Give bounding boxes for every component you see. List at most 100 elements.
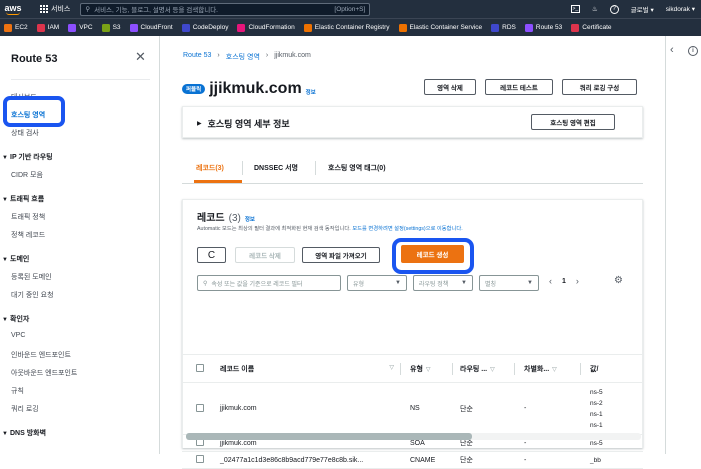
favorite-route-53[interactable]: Route 53 bbox=[524, 23, 562, 32]
page-title: jjikmuk.com bbox=[209, 80, 302, 97]
sidebar-item[interactable]: VPC bbox=[11, 332, 25, 339]
filter-placeholder: 속성 또는 값을 기준으로 레코드 필터 bbox=[211, 281, 303, 288]
sort-icon: ▽ bbox=[552, 366, 557, 373]
sidebar-item[interactable]: 아웃바운드 엔드포인트 bbox=[11, 368, 77, 378]
favorite-certificate[interactable]: Certificate bbox=[571, 23, 612, 32]
info-icon[interactable]: i bbox=[688, 46, 698, 56]
chevron-right-icon[interactable]: › bbox=[576, 276, 579, 286]
search-icon: ⚲ bbox=[85, 6, 91, 13]
sidebar-item[interactable]: 대기 중인 요청 bbox=[11, 290, 54, 300]
sidebar-section[interactable]: ▼ IP 기반 라우팅 bbox=[2, 152, 53, 162]
services-menu-button[interactable]: 서비스 bbox=[40, 4, 70, 14]
column-header-type[interactable]: 유형 ▽ bbox=[404, 354, 456, 383]
import-zone-file-button[interactable]: 영역 파일 가져오기 bbox=[302, 247, 380, 263]
favorite-ec2[interactable]: EC2 bbox=[4, 23, 28, 32]
sidebar-item[interactable]: 정책 레코드 bbox=[11, 230, 45, 240]
tab-dnssec[interactable]: DNSSEC 서명 bbox=[254, 163, 298, 173]
settings-gear-icon[interactable]: ⚙ bbox=[614, 275, 623, 286]
breadcrumb-route53[interactable]: Route 53 bbox=[183, 52, 211, 62]
page-number[interactable]: 1 bbox=[562, 278, 566, 285]
select-all-checkbox[interactable] bbox=[196, 363, 204, 372]
breadcrumb: Route 53 › 호스팅 영역 › jjikmuk.com bbox=[183, 52, 311, 62]
column-header-name[interactable]: 레코드 이름 ▽ bbox=[212, 354, 404, 383]
favorite-s3[interactable]: S3 bbox=[101, 23, 121, 32]
tab-divider bbox=[242, 161, 243, 175]
favorite-label: IAM bbox=[47, 24, 60, 31]
aws-logo[interactable]: aws bbox=[0, 3, 26, 15]
details-expand-toggle[interactable]: ▶ 호스팅 영역 세부 정보 bbox=[197, 117, 290, 130]
chevron-left-icon[interactable]: ‹ bbox=[670, 44, 674, 56]
records-table: 레코드 이름 ▽ 유형 ▽ 라우팅 ... ▽ 차별화... ▽ 값/ jjikmuk.… bbox=[182, 354, 643, 469]
caret-down-icon: ▼ bbox=[2, 197, 8, 203]
tab-records[interactable]: 레코드(3) bbox=[196, 163, 224, 173]
top-navigation-bar: aws 서비스 ⚲ 서비스, 기능, 블로그, 설명서 등을 검색합니다. [O… bbox=[0, 0, 701, 18]
table-row[interactable]: _02477a1c1d3e86c8b9acd779e77e8c8b.sik...… bbox=[182, 451, 643, 469]
sort-icon: ▽ bbox=[425, 366, 431, 373]
favorite-elastic-container-service[interactable]: Elastic Container Service bbox=[398, 23, 482, 32]
terminal-icon[interactable]: >_ bbox=[570, 5, 580, 13]
description-text: Automatic 모드는 최상의 필터 결과에 최적화된 현재 검색 동작입니… bbox=[197, 226, 353, 232]
sidebar-section[interactable]: ▼ 도메인 bbox=[2, 254, 29, 264]
chevron-left-icon[interactable]: ‹ bbox=[549, 276, 552, 286]
column-header-differentiator[interactable]: 차별화... ▽ bbox=[518, 354, 584, 383]
sidebar-section[interactable]: ▼ DNS 방화벽 bbox=[2, 428, 46, 438]
sidebar-item[interactable]: 규칙 bbox=[11, 386, 24, 396]
row-checkbox[interactable] bbox=[196, 403, 204, 412]
caret-down-icon: ▼ bbox=[2, 431, 8, 437]
bell-icon[interactable]: ♨ bbox=[592, 5, 598, 13]
region-selector[interactable]: 글로벌 ▾ bbox=[631, 4, 654, 14]
sidebar-item[interactable]: 상태 검사 bbox=[11, 128, 39, 138]
favorite-cloudformation[interactable]: CloudFormation bbox=[237, 23, 295, 32]
tab-tags[interactable]: 호스팅 영역 태그(0) bbox=[328, 163, 386, 173]
sidebar-item[interactable]: 인바운드 엔드포인트 bbox=[11, 350, 71, 360]
query-logging-button[interactable]: 쿼리 로깅 구성 bbox=[562, 79, 637, 95]
info-link[interactable]: 정보 bbox=[306, 88, 316, 96]
chevron-right-icon: › bbox=[217, 52, 220, 59]
favorite-rds[interactable]: RDS bbox=[491, 23, 516, 32]
column-header-routing[interactable]: 라우팅 ... ▽ bbox=[456, 354, 518, 383]
search-input[interactable]: ⚲ 서비스, 기능, 블로그, 설명서 등을 검색합니다. [Option+S] bbox=[80, 2, 371, 16]
right-help-bar: ‹ i bbox=[665, 36, 701, 454]
records-info-link[interactable]: 정보 bbox=[245, 215, 255, 223]
sidebar-item[interactable]: CIDR 모음 bbox=[11, 170, 43, 180]
alias-filter-select[interactable]: 별칭 ▼ bbox=[479, 275, 539, 291]
breadcrumb-hosted-zones[interactable]: 호스팅 영역 bbox=[226, 52, 260, 62]
type-filter-select[interactable]: 유형 ▼ bbox=[347, 275, 407, 291]
search-shortcut: [Option+S] bbox=[334, 5, 366, 13]
user-menu[interactable]: sikdorak ▾ bbox=[666, 5, 695, 13]
active-tab-indicator bbox=[194, 180, 242, 183]
delete-zone-button[interactable]: 영역 삭제 bbox=[424, 79, 476, 95]
sidebar-item[interactable]: 쿼리 로깅 bbox=[11, 404, 39, 414]
delete-record-button[interactable]: 레코드 삭제 bbox=[235, 247, 295, 263]
row-checkbox[interactable] bbox=[196, 455, 204, 463]
sidebar-section[interactable]: ▼ 트래픽 흐름 bbox=[2, 194, 44, 204]
sidebar-section-label: 트래픽 흐름 bbox=[10, 196, 45, 203]
records-description: Automatic 모드는 최상의 필터 결과에 최적화된 현재 검색 동작입니… bbox=[197, 224, 463, 232]
caret-down-icon: ▼ bbox=[2, 155, 8, 161]
favorite-vpc[interactable]: VPC bbox=[68, 23, 93, 32]
favorite-cloudfront[interactable]: CloudFront bbox=[129, 23, 173, 32]
scrollbar-thumb[interactable] bbox=[186, 433, 472, 440]
favorite-iam[interactable]: IAM bbox=[36, 23, 60, 32]
sidebar-item[interactable]: 트래픽 정책 bbox=[11, 212, 45, 222]
favorite-elastic-container-registry[interactable]: Elastic Container Registry bbox=[303, 23, 390, 32]
column-header-value[interactable]: 값/ bbox=[584, 354, 643, 383]
settings-link[interactable]: 모드를 변경하려면 설정(settings)으로 이동합니다. bbox=[352, 226, 463, 232]
horizontal-scrollbar[interactable] bbox=[186, 433, 641, 440]
service-icon bbox=[571, 23, 580, 32]
edit-hosted-zone-button[interactable]: 호스팅 영역 편집 bbox=[531, 114, 615, 130]
caret-down-icon: ▼ bbox=[395, 280, 401, 286]
close-icon[interactable]: ✕ bbox=[135, 49, 146, 65]
type-filter-label: 유형 bbox=[353, 281, 365, 288]
help-icon[interactable]: ? bbox=[609, 4, 619, 14]
record-filter-input[interactable]: ⚲ 속성 또는 값을 기준으로 레코드 필터 bbox=[197, 275, 341, 291]
refresh-button[interactable]: C bbox=[197, 247, 226, 263]
test-record-button[interactable]: 레코드 테스트 bbox=[485, 79, 553, 95]
favorite-codedeploy[interactable]: CodeDeploy bbox=[181, 23, 228, 32]
cell-record-name: _02477a1c1d3e86c8b9acd779e77e8c8b.sik... bbox=[212, 451, 404, 469]
sidebar-section[interactable]: ▼ 확인자 bbox=[2, 314, 29, 324]
table-row[interactable]: jjikmuk.com NS 단순 - ns-5 ns-2 ns-1 ns-1 bbox=[182, 382, 643, 435]
routing-policy-filter-select[interactable]: 라우팅 정책 ▼ bbox=[413, 275, 473, 291]
search-placeholder: 서비스, 기능, 블로그, 설명서 등을 검색합니다. bbox=[94, 7, 218, 14]
sidebar-item[interactable]: 등록된 도메인 bbox=[11, 272, 52, 282]
